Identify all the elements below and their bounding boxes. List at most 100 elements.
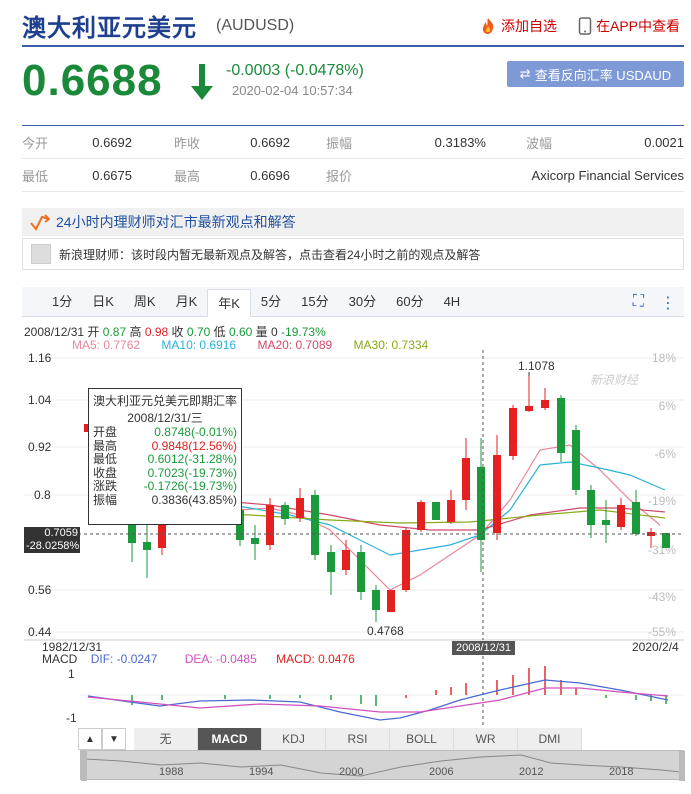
tab-weekly[interactable]: 周K bbox=[124, 288, 166, 316]
more-options-icon[interactable]: ⋮ bbox=[660, 293, 676, 313]
open-in-app-label: 在APP中查看 bbox=[596, 18, 681, 34]
candle-up bbox=[447, 500, 455, 522]
tab-daily[interactable]: 日K bbox=[82, 288, 124, 316]
candle-down bbox=[372, 590, 380, 610]
header-divider bbox=[22, 45, 684, 47]
y-pct-label: -43% bbox=[648, 590, 676, 604]
tab-4h[interactable]: 4H bbox=[434, 288, 471, 316]
y-axis-right: 18% 6% -6% -19% -31% -43% -55% bbox=[648, 351, 676, 639]
indicator-kdj[interactable]: KDJ bbox=[262, 728, 326, 750]
candle-down bbox=[143, 542, 151, 550]
candle-up bbox=[541, 400, 549, 408]
page-title: 澳大利亚元美元 bbox=[22, 15, 197, 42]
high-label: 高 bbox=[129, 325, 142, 339]
tab-monthly[interactable]: 月K bbox=[166, 288, 208, 316]
tooltip-value: 0.3836(43.85%) bbox=[151, 492, 237, 507]
phone-icon bbox=[578, 17, 592, 35]
reverse-rate-button[interactable]: ⇄ 查看反向汇率 USDAUD bbox=[507, 61, 684, 87]
candle-down bbox=[311, 495, 319, 555]
volume-label: 量 bbox=[255, 325, 268, 339]
candle-up bbox=[296, 498, 304, 518]
max-price-label: 1.1078 bbox=[518, 359, 555, 373]
navigator-sparkline: 1988 1994 2000 2006 2012 2018 bbox=[81, 751, 685, 781]
crosshair-price: 0.7059 bbox=[44, 527, 78, 539]
tooltip-label: 最高 bbox=[93, 438, 118, 453]
candle-down bbox=[281, 505, 289, 519]
stat-label: 报价 bbox=[326, 168, 353, 184]
x-end-label: 2020/2/4 bbox=[632, 640, 679, 654]
stat-label: 昨收 bbox=[174, 135, 201, 151]
candle-down bbox=[477, 467, 485, 540]
tab-30min[interactable]: 30分 bbox=[339, 288, 386, 316]
fullscreen-icon[interactable]: ⛶ bbox=[633, 293, 644, 313]
candle-up bbox=[493, 455, 501, 533]
volume-value: 0 bbox=[271, 325, 278, 339]
low-value: 0.60 bbox=[228, 325, 253, 339]
add-watchlist-label: 添加自选 bbox=[501, 18, 557, 34]
down-arrow-icon bbox=[191, 64, 213, 100]
advisor-news-header[interactable]: 24小时内理财师对汇市最新观点和解答 bbox=[22, 208, 684, 236]
dif-legend: DIF: -0.0247 bbox=[90, 652, 158, 666]
navigator-handle-right[interactable] bbox=[679, 751, 685, 781]
candle-up bbox=[509, 408, 517, 456]
range-navigator[interactable]: 1988 1994 2000 2006 2012 2018 bbox=[80, 750, 685, 781]
crosshair-price-label: 0.7059 -28.0258% bbox=[24, 527, 80, 553]
pan-right-button[interactable]: ▼ bbox=[102, 728, 126, 750]
navigator-year: 2012 bbox=[519, 766, 543, 778]
indicator-boll[interactable]: BOLL bbox=[390, 728, 454, 750]
y-tick-label: 0.44 bbox=[28, 625, 52, 639]
tooltip-date: 2008/12/31/三 bbox=[127, 411, 203, 425]
indicator-wr[interactable]: WR bbox=[454, 728, 518, 750]
stat-value: 0.3183% bbox=[434, 134, 486, 150]
candle-up bbox=[462, 458, 470, 500]
dea-legend: DEA: -0.0485 bbox=[184, 652, 257, 666]
stats-row: 今开 0.6692 昨收 0.6692 振幅 0.3183% 波幅 0.0021 bbox=[22, 126, 684, 159]
stat-value: 0.6692 bbox=[92, 134, 132, 150]
dif-line bbox=[87, 679, 669, 721]
candle-down bbox=[662, 533, 670, 548]
stat-value: 0.0021 bbox=[644, 134, 684, 150]
candle-up bbox=[402, 530, 410, 590]
add-watchlist-link[interactable]: 添加自选 bbox=[479, 16, 557, 36]
tab-yearly[interactable]: 年K bbox=[207, 289, 251, 317]
indicator-rsi[interactable]: RSI bbox=[326, 728, 390, 750]
indicator-dmi[interactable]: DMI bbox=[518, 728, 582, 750]
tab-1min[interactable]: 1分 bbox=[42, 288, 82, 316]
stats-row: 最低 0.6675 最高 0.6696 报价 Axicorp Financial… bbox=[22, 159, 684, 192]
price-change: -0.0003 (-0.0478%) bbox=[226, 62, 364, 79]
stat-label: 最低 bbox=[22, 168, 49, 184]
ohlc-date: 2008/12/31 bbox=[24, 325, 85, 339]
macd-axis-top: 1 bbox=[68, 667, 75, 681]
navigator-year: 1994 bbox=[249, 766, 273, 778]
stat-label: 今开 bbox=[22, 135, 49, 151]
advisor-news-item[interactable]: 新浪理财师：该时段内暂无最新观点及解答，点击查看24小时之前的观点及解答 bbox=[22, 238, 684, 270]
min-price-label: 0.4768 bbox=[367, 624, 404, 638]
fire-icon bbox=[482, 18, 494, 34]
navigator-year: 2000 bbox=[339, 766, 363, 778]
candle-down bbox=[572, 430, 580, 490]
navigator-handle-left[interactable] bbox=[81, 751, 87, 781]
tooltip-row: 收盘 0.7023(-19.73%) bbox=[93, 465, 237, 481]
crosshair-pct: -28.0258% bbox=[26, 540, 80, 552]
candle-up bbox=[387, 590, 395, 612]
tooltip-title: 澳大利亚元兑美元即期汇率 bbox=[93, 394, 238, 408]
navigator-year: 1988 bbox=[159, 766, 183, 778]
tooltip-label: 收盘 bbox=[93, 465, 118, 480]
candle-down bbox=[632, 502, 640, 534]
indicator-macd[interactable]: MACD bbox=[198, 728, 262, 750]
tooltip-value: -0.1726(-19.73%) bbox=[143, 479, 237, 493]
tab-5min[interactable]: 5分 bbox=[251, 288, 291, 316]
tab-15min[interactable]: 15分 bbox=[291, 288, 338, 316]
pan-left-button[interactable]: ▲ bbox=[78, 728, 102, 750]
quote-provider: Axicorp Financial Services bbox=[531, 167, 684, 183]
indicator-none[interactable]: 无 bbox=[134, 728, 198, 750]
tab-60min[interactable]: 60分 bbox=[386, 288, 433, 316]
candle-down bbox=[251, 538, 259, 544]
stat-label: 振幅 bbox=[326, 135, 353, 151]
open-value: 0.87 bbox=[102, 325, 127, 339]
y-pct-label: 6% bbox=[659, 399, 677, 413]
y-pct-label: -19% bbox=[648, 494, 676, 508]
macd-value-legend: MACD: 0.0476 bbox=[276, 652, 355, 666]
y-pct-label: 18% bbox=[652, 351, 676, 365]
open-in-app-link[interactable]: 在APP中查看 bbox=[578, 16, 680, 36]
